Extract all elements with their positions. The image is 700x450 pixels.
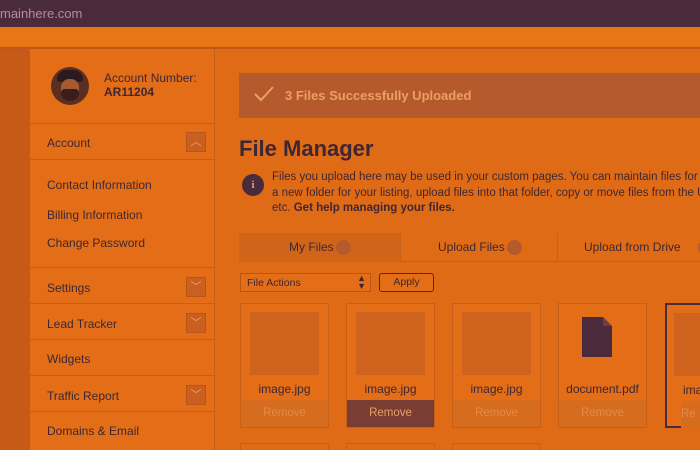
file-card[interactable] [240, 443, 329, 450]
file-name: image.jpg [258, 382, 311, 396]
url-text: mainhere.com [0, 6, 83, 21]
sidebar-item-lead-tracker[interactable]: Lead Tracker ﹀ [30, 303, 215, 339]
sidebar-item-settings[interactable]: Settings ﹀ [30, 267, 215, 303]
chevron-down-icon[interactable]: ﹀ [186, 277, 206, 297]
remove-button[interactable]: Remove [453, 400, 540, 427]
file-tabs: My Files Upload Files Upload from Drive [239, 233, 700, 262]
left-edge-strip [0, 49, 30, 450]
page-title: File Manager [239, 136, 374, 161]
image-thumbnail [356, 312, 425, 375]
top-nav-bar [0, 27, 700, 49]
check-icon [254, 86, 274, 102]
sidebar-item-label: Widgets [47, 352, 91, 366]
tab-label: My Files [289, 240, 334, 254]
account-number-label: Account Number: [104, 71, 197, 85]
image-thumbnail [462, 312, 531, 375]
browser-url-bar[interactable]: mainhere.com [0, 0, 700, 27]
description-line: a new folder for your listing, upload fi… [272, 186, 700, 199]
help-link[interactable]: Get help managing your files. [294, 202, 455, 214]
upload-success-alert: 3 Files Successfully Uploaded [239, 73, 700, 118]
chevron-down-icon[interactable]: ﹀ [186, 313, 206, 333]
file-card[interactable]: image.jpg Remove [346, 303, 435, 428]
description-line: etc. Get help managing your files. [272, 201, 700, 217]
alert-message: 3 Files Successfully Uploaded [285, 88, 472, 103]
remove-button[interactable]: Remove [559, 400, 646, 427]
sidebar-item-widgets[interactable]: Widgets [30, 339, 215, 375]
account-number-value: AR11204 [104, 85, 155, 99]
image-thumbnail [674, 313, 700, 376]
file-card[interactable] [346, 443, 435, 450]
description-line: Files you upload here may be used in you… [272, 171, 700, 183]
sidebar-item-billing-information[interactable]: Billing Information [47, 208, 142, 222]
sidebar-item-label: Account [47, 136, 91, 150]
apply-button[interactable]: Apply [379, 273, 434, 292]
description: Files you upload here may be used in you… [272, 170, 700, 217]
account-submenu: Contact Information Billing Information … [30, 159, 215, 267]
tab-indicator-icon [507, 240, 522, 255]
sidebar-item-traffic-report[interactable]: Traffic Report ﹀ [30, 375, 215, 411]
document-icon [582, 317, 612, 357]
sidebar-item-domains-email[interactable]: Domains & Email [30, 411, 215, 450]
description-text: etc. [272, 202, 294, 214]
sidebar-item-change-password[interactable]: Change Password [47, 236, 145, 250]
chevron-up-icon[interactable]: ︿ [186, 132, 206, 152]
sidebar: Account Number: AR11204 Account ︿ Contac… [30, 49, 215, 450]
remove-button[interactable]: Remove [347, 400, 434, 427]
file-name: ima [683, 383, 700, 397]
tab-upload-from-drive[interactable]: Upload from Drive [557, 233, 700, 262]
file-name: image.jpg [364, 382, 417, 396]
info-icon: i [242, 174, 264, 196]
file-card[interactable] [452, 443, 541, 450]
sidebar-item-label: Lead Tracker [47, 317, 118, 331]
select-value: File Actions [247, 277, 301, 289]
tab-upload-files[interactable]: Upload Files [400, 233, 557, 262]
tab-label: Upload Files [438, 240, 505, 254]
file-card[interactable]: document.pdf Remove [558, 303, 647, 428]
sidebar-item-contact-information[interactable]: Contact Information [47, 178, 152, 192]
file-name: document.pdf [566, 382, 639, 396]
tab-indicator-icon [336, 240, 351, 255]
chevron-down-icon[interactable]: ﹀ [186, 385, 206, 405]
main-content: 3 Files Successfully Uploaded File Manag… [216, 49, 700, 450]
remove-button[interactable]: Re [681, 401, 700, 428]
sidebar-item-account[interactable]: Account ︿ [30, 123, 215, 159]
file-card-selected[interactable]: ima Re [665, 303, 700, 428]
avatar[interactable] [51, 67, 89, 105]
sidebar-item-label: Traffic Report [47, 389, 120, 403]
file-name: image.jpg [470, 382, 523, 396]
sidebar-item-label: Settings [47, 281, 91, 295]
tab-my-files[interactable]: My Files [239, 233, 400, 262]
tab-label: Upload from Drive [584, 240, 681, 254]
file-actions-select[interactable]: File Actions ▲ ▼ [240, 273, 371, 292]
updown-arrows-icon: ▲ ▼ [357, 273, 366, 291]
file-card[interactable]: image.jpg Remove [452, 303, 541, 428]
profile-block: Account Number: AR11204 [30, 49, 215, 123]
file-card[interactable]: image.jpg Remove [240, 303, 329, 428]
sidebar-item-label: Domains & Email [47, 424, 140, 438]
remove-button[interactable]: Remove [241, 400, 328, 427]
image-thumbnail [250, 312, 319, 375]
